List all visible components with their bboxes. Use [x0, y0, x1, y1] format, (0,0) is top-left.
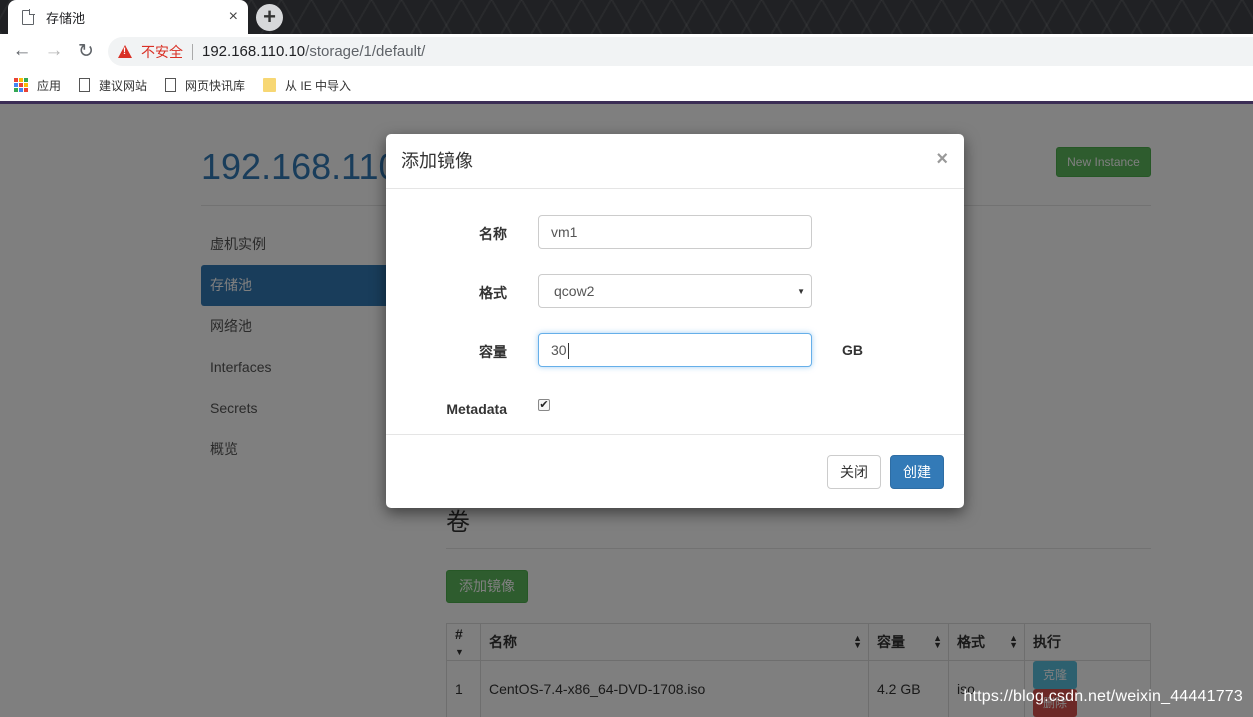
back-button[interactable]: ← [6, 40, 38, 62]
address-bar[interactable]: 不安全 192.168.110.10/storage/1/default/ [108, 37, 1253, 66]
watermark: https://blog.csdn.net/weixin_44441773 [963, 688, 1243, 705]
bookmark-label: 从 IE 中导入 [285, 78, 352, 93]
modal-header: 添加镜像 × [386, 134, 964, 189]
capacity-input[interactable]: 30 [538, 333, 812, 367]
capacity-label: 容量 [479, 344, 507, 360]
metadata-checkbox[interactable]: ✔ [538, 399, 550, 411]
bookmarks-bar: 应用 建议网站 网页快讯库 从 IE 中导入 [0, 68, 1253, 102]
forward-button[interactable]: → [38, 40, 70, 62]
new-tab-button[interactable]: + [256, 4, 283, 31]
cancel-button[interactable]: 关闭 [827, 455, 881, 489]
page-icon [165, 78, 177, 92]
create-button[interactable]: 创建 [890, 455, 944, 489]
bookmark-label: 建议网站 [99, 78, 148, 93]
browser-tabstrip: 存储池 × + [0, 0, 1253, 34]
close-icon[interactable]: × [936, 148, 948, 171]
apps-grid-icon [14, 78, 28, 92]
metadata-label: Metadata [446, 401, 507, 417]
browser-tab[interactable]: 存储池 × [8, 0, 248, 34]
bookmark-apps[interactable]: 应用 [14, 77, 61, 94]
address-separator [192, 43, 193, 60]
format-select-value: qcow2 [554, 283, 595, 299]
text-cursor [567, 343, 569, 360]
document-icon [22, 8, 35, 25]
folder-icon [263, 78, 277, 92]
browser-toolbar: ← → ↻ 不安全 192.168.110.10/storage/1/defau… [0, 34, 1253, 68]
name-label: 名称 [479, 226, 507, 242]
capacity-unit: GB [842, 342, 863, 358]
tab-title: 存储池 [46, 10, 86, 26]
modal-footer: 关闭 创建 [386, 434, 964, 508]
tab-close-icon[interactable]: × [229, 8, 238, 26]
bookmark-label: 应用 [37, 78, 62, 93]
bookmark-import-from-ie[interactable]: 从 IE 中导入 [263, 77, 351, 94]
modal-title: 添加镜像 [401, 151, 473, 171]
bookmark-label: 网页快讯库 [185, 78, 246, 93]
url-host: 192.168.110.10 [202, 43, 306, 60]
format-label: 格式 [479, 285, 507, 301]
reload-button[interactable]: ↻ [70, 40, 102, 63]
url-path: /storage/1/default/ [305, 43, 426, 60]
add-image-modal: 添加镜像 × 名称 vm1 格式 qcow2 ▼ 容量 30 GB Metada… [386, 134, 964, 508]
bookmark-web-slice-gallery[interactable]: 网页快讯库 [165, 77, 245, 94]
name-input[interactable]: vm1 [538, 215, 812, 249]
page-icon [79, 78, 91, 92]
bookmark-suggested-sites[interactable]: 建议网站 [79, 77, 147, 94]
capacity-value: 30 [551, 342, 567, 358]
warning-icon [118, 45, 132, 58]
insecure-label[interactable]: 不安全 [141, 42, 183, 62]
format-select[interactable]: qcow2 ▼ [538, 274, 812, 308]
dropdown-arrow-icon: ▼ [797, 287, 805, 296]
